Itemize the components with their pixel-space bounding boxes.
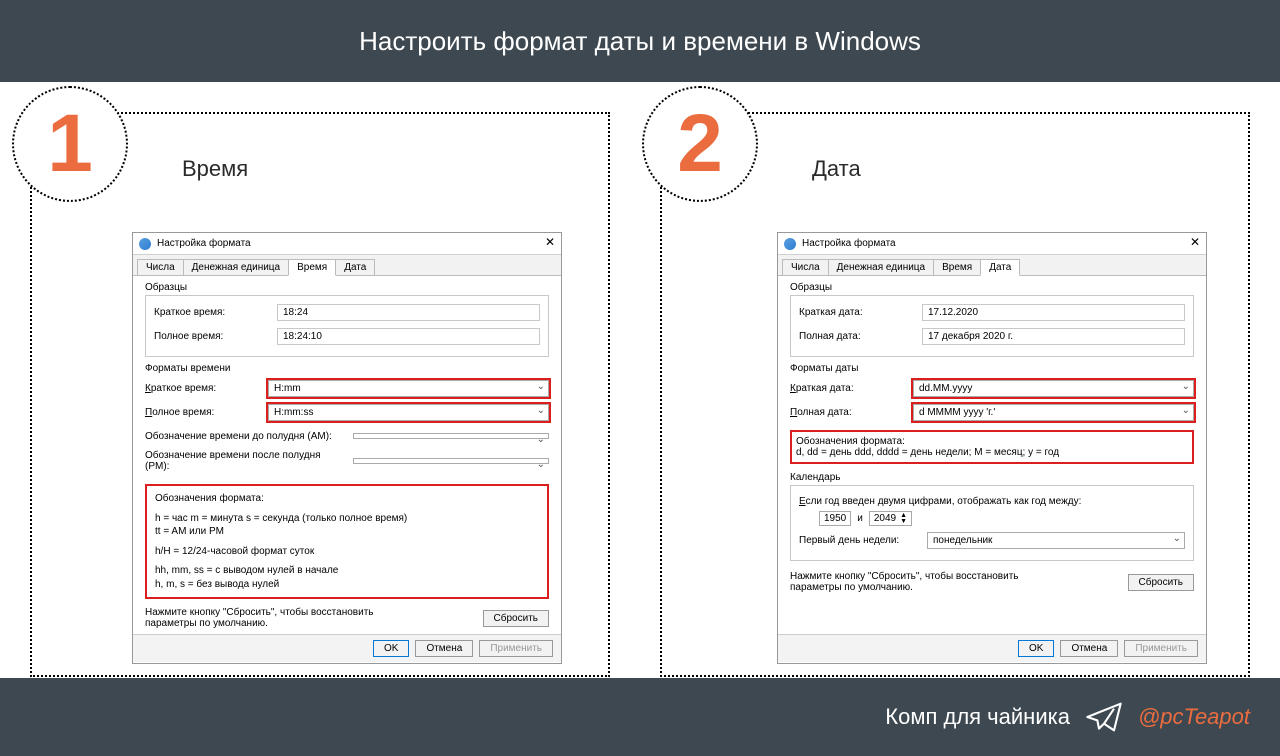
samples-box: Краткая дата: 17.12.2020 Полная дата: 17…: [790, 295, 1194, 357]
short-date-sample: 17.12.2020: [922, 304, 1185, 321]
close-icon[interactable]: ✕: [545, 235, 555, 249]
reset-button[interactable]: Сбросить: [1128, 574, 1194, 591]
tab-time[interactable]: Время: [288, 259, 336, 276]
globe-icon: [139, 238, 151, 250]
tab-date[interactable]: Дата: [335, 259, 375, 275]
dialog-title: Настройка формата: [157, 238, 251, 249]
samples-box: Краткое время: 18:24 Полное время: 18:24…: [145, 295, 549, 357]
short-time-label: Краткое время:: [154, 307, 269, 318]
date-formats-label: Форматы даты: [790, 363, 1194, 374]
dialog-body: Образцы Краткая дата: 17.12.2020 Полная …: [778, 276, 1206, 634]
reset-row: Нажмите кнопку "Сбросить", чтобы восстан…: [790, 567, 1194, 597]
reset-hint: Нажмите кнопку "Сбросить", чтобы восстан…: [790, 571, 1030, 593]
panel-time-title: Время: [182, 156, 248, 182]
globe-icon: [784, 238, 796, 250]
tab-numbers[interactable]: Числа: [137, 259, 184, 275]
year-hint: Если год введен двумя цифрами, отображат…: [799, 496, 1081, 507]
am-combo[interactable]: [353, 433, 549, 439]
fmt-long-date-combo[interactable]: d MMMM yyyy 'г.': [913, 404, 1194, 421]
format-legend: Обозначения формата: h = час m = минута …: [145, 484, 549, 599]
short-time-sample: 18:24: [277, 304, 540, 321]
tab-numbers[interactable]: Числа: [782, 259, 829, 275]
panel-time: 1 Время Настройка формата ✕ Числа Денежн…: [30, 112, 610, 677]
apply-button[interactable]: Применить: [479, 640, 553, 657]
dialog-time: Настройка формата ✕ Числа Денежная едини…: [132, 232, 562, 664]
step-badge-2: 2: [642, 86, 758, 202]
year-from: 1950: [819, 511, 851, 526]
short-date-label: Краткая дата:: [799, 307, 914, 318]
legend-title: Обозначения формата:: [155, 492, 539, 506]
samples-label: Образцы: [790, 282, 1194, 293]
fmt-long-time-combo[interactable]: H:mm:ss: [268, 404, 549, 421]
fmt-long-time-label: Полное время:: [145, 407, 260, 418]
tab-date[interactable]: Дата: [980, 259, 1020, 276]
long-time-label: Полное время:: [154, 331, 269, 342]
footer-text: Комп для чайника: [885, 704, 1070, 730]
tabs: Числа Денежная единица Время Дата: [133, 255, 561, 276]
fmt-short-time-combo[interactable]: H:mm: [268, 380, 549, 397]
reset-hint: Нажмите кнопку "Сбросить", чтобы восстан…: [145, 607, 385, 629]
telegram-icon: [1084, 697, 1124, 737]
panel-date: 2 Дата Настройка формата ✕ Числа Денежна…: [660, 112, 1250, 677]
step-badge-1: 1: [12, 86, 128, 202]
page-title: Настроить формат даты и времени в Window…: [359, 26, 921, 57]
dialog-date: Настройка формата ✕ Числа Денежная едини…: [777, 232, 1207, 664]
cancel-button[interactable]: Отмена: [1060, 640, 1118, 657]
year-to-spinner[interactable]: 2049 ▲▼: [869, 511, 912, 526]
legend-title: Обозначения формата:: [796, 436, 1188, 447]
footer-handle: @pcTeapot: [1138, 704, 1250, 730]
long-date-sample: 17 декабря 2020 г.: [922, 328, 1185, 345]
tabs: Числа Денежная единица Время Дата: [778, 255, 1206, 276]
tab-currency[interactable]: Денежная единица: [828, 259, 934, 275]
ok-button[interactable]: OK: [1018, 640, 1054, 657]
date-legend: Обозначения формата: d, dd = день ddd, d…: [790, 430, 1194, 464]
first-day-combo[interactable]: понедельник: [927, 532, 1185, 549]
calendar-box: Если год введен двумя цифрами, отображат…: [790, 485, 1194, 561]
step-number-2: 2: [677, 103, 723, 185]
fmt-short-date-combo[interactable]: dd.MM.yyyy: [913, 380, 1194, 397]
long-time-sample: 18:24:10: [277, 328, 540, 345]
long-date-label: Полная дата:: [799, 331, 914, 342]
time-formats-label: Форматы времени: [145, 363, 549, 374]
dialog-title: Настройка формата: [802, 238, 896, 249]
first-day-label: Первый день недели:: [799, 535, 919, 546]
dialog-titlebar[interactable]: Настройка формата ✕: [778, 233, 1206, 255]
tab-time[interactable]: Время: [933, 259, 981, 275]
calendar-label: Календарь: [790, 472, 1194, 483]
panel-date-title: Дата: [812, 156, 861, 182]
ok-button[interactable]: OK: [373, 640, 409, 657]
dialog-footer: OK Отмена Применить: [778, 634, 1206, 662]
fmt-short-date-label: Краткая дата:: [790, 383, 905, 394]
tab-currency[interactable]: Денежная единица: [183, 259, 289, 275]
fmt-short-time-label: Краткое время:: [145, 383, 260, 394]
dialog-body: Образцы Краткое время: 18:24 Полное врем…: [133, 276, 561, 634]
content-area: 1 Время Настройка формата ✕ Числа Денежн…: [0, 82, 1280, 678]
cancel-button[interactable]: Отмена: [415, 640, 473, 657]
am-label: Обозначение времени до полудня (AM):: [145, 431, 345, 442]
dialog-titlebar[interactable]: Настройка формата ✕: [133, 233, 561, 255]
footer-bar: Комп для чайника @pcTeapot: [0, 678, 1280, 756]
samples-label: Образцы: [145, 282, 549, 293]
header-bar: Настроить формат даты и времени в Window…: [0, 0, 1280, 82]
apply-button[interactable]: Применить: [1124, 640, 1198, 657]
step-number-1: 1: [47, 103, 93, 185]
dialog-footer: OK Отмена Применить: [133, 634, 561, 662]
fmt-long-date-label: Полная дата:: [790, 407, 905, 418]
reset-button[interactable]: Сбросить: [483, 610, 549, 627]
pm-combo[interactable]: [353, 458, 549, 464]
pm-label: Обозначение времени после полудня (PM):: [145, 450, 345, 472]
close-icon[interactable]: ✕: [1190, 235, 1200, 249]
reset-row: Нажмите кнопку "Сбросить", чтобы восстан…: [145, 603, 549, 633]
